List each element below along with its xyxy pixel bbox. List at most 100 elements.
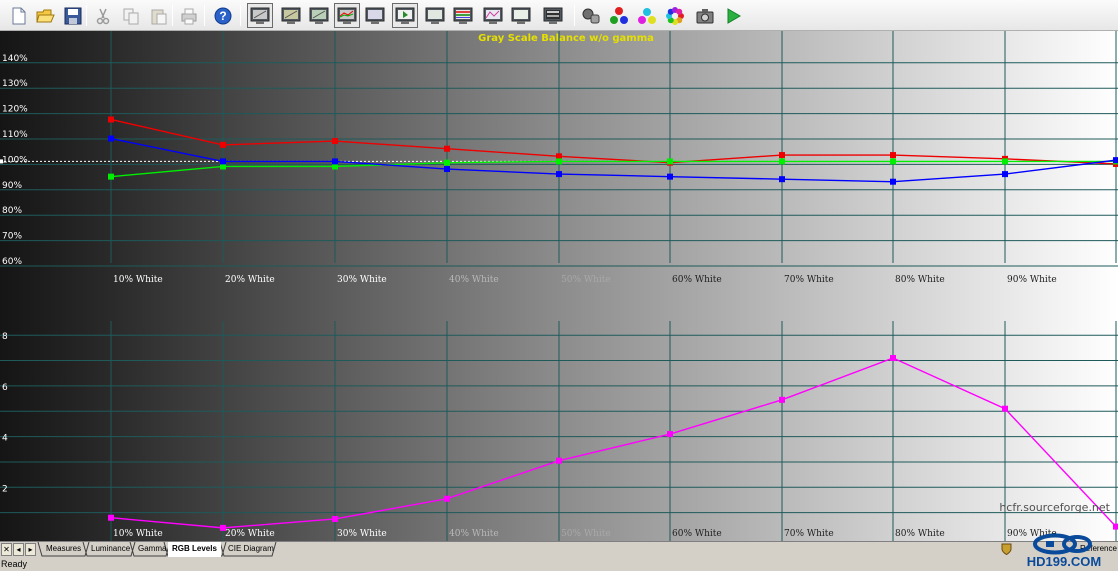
tab-rgb-levels[interactable]: RGB Levels — [168, 542, 221, 557]
measure-gray-green-button[interactable] — [306, 3, 332, 28]
series-point — [108, 173, 114, 180]
camera-icon — [696, 8, 714, 23]
y-tick-label: 8 — [2, 332, 8, 342]
open-folder-icon — [36, 9, 55, 22]
help-button[interactable]: ? — [210, 3, 236, 28]
series-point — [108, 116, 114, 123]
tab-luminance[interactable]: Luminance — [87, 542, 134, 557]
x-category-label: 30% White — [337, 275, 387, 285]
y-tick-label: 140% — [2, 54, 28, 64]
y-tick-label: 70% — [2, 232, 22, 242]
series-point — [444, 495, 450, 502]
measure-near-black-icon — [365, 7, 385, 24]
series-point — [890, 178, 896, 185]
measure-saturation-button[interactable] — [450, 3, 476, 28]
camera-button[interactable] — [692, 3, 718, 28]
toolbar-separator — [574, 5, 575, 26]
x-category-label: 50% White — [561, 275, 611, 285]
tab-gamma[interactable]: Gamma — [134, 542, 170, 557]
measure-near-black-button[interactable] — [362, 3, 388, 28]
chart-canvas: 60% 70% 80% 90% 100% 110% 120% 130% 140% 10% Whit… — [0, 31, 1118, 541]
toolbar-separator — [240, 5, 241, 26]
x-category-label: 60% White — [672, 529, 722, 539]
paste-button[interactable] — [146, 3, 172, 28]
status-text: Ready — [1, 559, 28, 569]
x-category-label: 50% White — [561, 529, 611, 539]
measure-rgb-button[interactable] — [334, 3, 360, 28]
toolbar-separator — [86, 5, 87, 26]
sensor-probe-button[interactable] — [578, 3, 604, 28]
series-point — [1113, 157, 1118, 164]
series-point — [556, 457, 562, 464]
svg-text:?: ? — [219, 9, 226, 23]
measure-gray-button[interactable] — [247, 3, 273, 28]
copy-button[interactable] — [118, 3, 144, 28]
rgb-balls-button[interactable] — [606, 3, 632, 28]
y-tick-label: 60% — [2, 257, 22, 267]
x-category-label: 70% White — [784, 275, 834, 285]
cut-icon — [96, 8, 110, 24]
open-folder-button[interactable] — [32, 3, 58, 28]
measure-panel-button[interactable] — [540, 3, 566, 28]
app-window: ? 60% 70% 80% 90% 100% 110% 120% 130% 140% 10% Wh… — [0, 0, 1118, 571]
series-point — [444, 166, 450, 173]
x-category-label: 30% White — [337, 529, 387, 539]
series-point — [779, 176, 785, 183]
measure-gray-yellow-button[interactable] — [278, 3, 304, 28]
toolbar-separator — [172, 5, 173, 26]
series-point — [667, 158, 673, 165]
x-category-label: 40% White — [449, 529, 499, 539]
y-tick-label: 110% — [2, 130, 28, 140]
measure-near-white-button[interactable] — [422, 3, 448, 28]
watermark-text: hcfr.sourceforge.net — [999, 501, 1110, 514]
tab-measures[interactable]: Measures — [42, 542, 85, 557]
x-category-label: 20% White — [225, 275, 275, 285]
toolbar: ? — [0, 0, 1118, 31]
series-point — [556, 171, 562, 178]
series-point — [220, 524, 226, 531]
status-bar: Ready — [0, 557, 1118, 571]
chart-area: 60% 70% 80% 90% 100% 110% 120% 130% 140% 10% Whit… — [0, 31, 1118, 541]
y-tick-label: 80% — [2, 206, 22, 216]
new-document-button[interactable] — [6, 3, 32, 28]
logo-text: HD199.COM — [1027, 554, 1101, 569]
series-point — [779, 158, 785, 165]
new-document-icon — [12, 7, 26, 24]
measure-primaries-icon — [395, 7, 415, 24]
series-point — [444, 145, 450, 152]
measure-contrast-button[interactable] — [508, 3, 534, 28]
color-wheel-button[interactable] — [662, 3, 688, 28]
play-icon — [727, 7, 741, 24]
secondary-colors-button[interactable] — [634, 3, 660, 28]
x-category-label: 80% White — [895, 529, 945, 539]
series-point — [890, 158, 896, 165]
measure-gray-yellow-icon — [281, 7, 301, 24]
series-point — [332, 138, 338, 145]
measure-panel-icon — [543, 7, 563, 24]
tab-bar: ✕ ◂ ▸ Measures Luminance Gamma RGB Levels CI… — [0, 541, 1118, 557]
series-point — [1002, 158, 1008, 165]
x-category-label: 70% White — [784, 529, 834, 539]
print-button[interactable] — [176, 3, 202, 28]
series-point — [220, 158, 226, 165]
series-point — [890, 152, 896, 159]
y-tick-label: 4 — [2, 434, 8, 444]
cut-button[interactable] — [90, 3, 116, 28]
rgb-balls-icon — [610, 6, 628, 24]
tab-cie-diagram[interactable]: CIE Diagram — [224, 542, 278, 557]
measure-color-checker-button[interactable] — [480, 3, 506, 28]
play-button[interactable] — [720, 3, 746, 28]
y-tick-label: 6 — [2, 383, 8, 393]
series-point — [1113, 523, 1118, 530]
copy-icon — [123, 8, 139, 24]
chart-title: Gray Scale Balance w/o gamma — [478, 33, 654, 44]
measure-color-checker-icon — [483, 7, 503, 24]
series-point — [1002, 171, 1008, 178]
save-button[interactable] — [60, 3, 86, 28]
measure-near-white-icon — [425, 7, 445, 24]
measure-saturation-icon — [453, 7, 473, 24]
measure-gray-icon — [250, 7, 270, 24]
y-tick-label: 120% — [2, 105, 28, 115]
measure-primaries-button[interactable] — [392, 3, 418, 28]
series-point — [779, 396, 785, 403]
